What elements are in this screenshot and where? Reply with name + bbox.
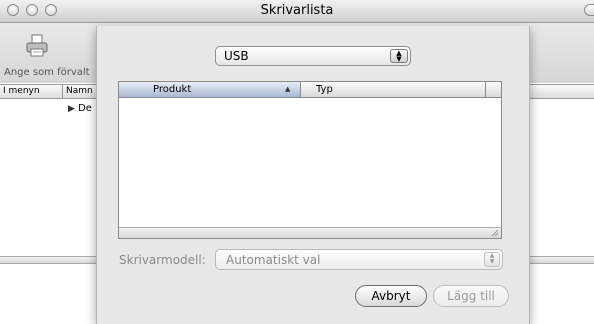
printer-product-table[interactable]: Produkt ▲ Typ [118, 81, 502, 239]
up-down-arrows-icon: ▲ ▼ [484, 252, 500, 267]
window-title: Skrivarlista [260, 3, 334, 18]
printer-list-window: Skrivarlista Ange som förvalt I menyn Na… [0, 0, 594, 324]
title-bar[interactable]: Skrivarlista [0, 0, 594, 23]
column-divider [485, 82, 486, 97]
printer-model-label: Skrivarmodell: [119, 253, 206, 267]
printer-icon[interactable] [24, 33, 50, 59]
connection-type-popup[interactable]: USB ▲ ▼ [215, 46, 411, 66]
connection-type-value: USB [224, 49, 249, 63]
column-name[interactable]: Namn [66, 85, 93, 98]
resize-handle-icon[interactable] [491, 229, 499, 237]
sort-ascending-icon: ▲ [285, 85, 291, 93]
add-printer-sheet: USB ▲▼ Produkt ▲ Typ Skrivarmodell: Aut [96, 26, 530, 324]
column-in-menu[interactable]: I menyn [3, 85, 40, 98]
printer-name: De [78, 103, 92, 114]
cancel-button[interactable]: Avbryt [355, 285, 427, 307]
toolbar-toggle-icon[interactable] [584, 4, 594, 16]
set-default-label[interactable]: Ange som förvalt [4, 67, 90, 78]
table-header: Produkt ▲ Typ [119, 82, 501, 98]
add-button[interactable]: Lägg till [433, 285, 509, 307]
printer-model-popup[interactable]: Automatiskt val ▲ ▼ [215, 249, 503, 270]
column-product[interactable]: Produkt ▲ [119, 82, 301, 97]
up-down-arrows-icon: ▲ ▼ [390, 49, 408, 63]
column-divider [62, 85, 63, 98]
printer-model-value: Automatiskt val [226, 253, 321, 267]
column-type-label[interactable]: Typ [316, 83, 333, 96]
column-product-label: Produkt [153, 84, 192, 95]
table-footer [119, 227, 501, 238]
list-item[interactable]: ▶ De [68, 103, 92, 114]
disclosure-triangle-icon[interactable]: ▶ [68, 104, 75, 114]
